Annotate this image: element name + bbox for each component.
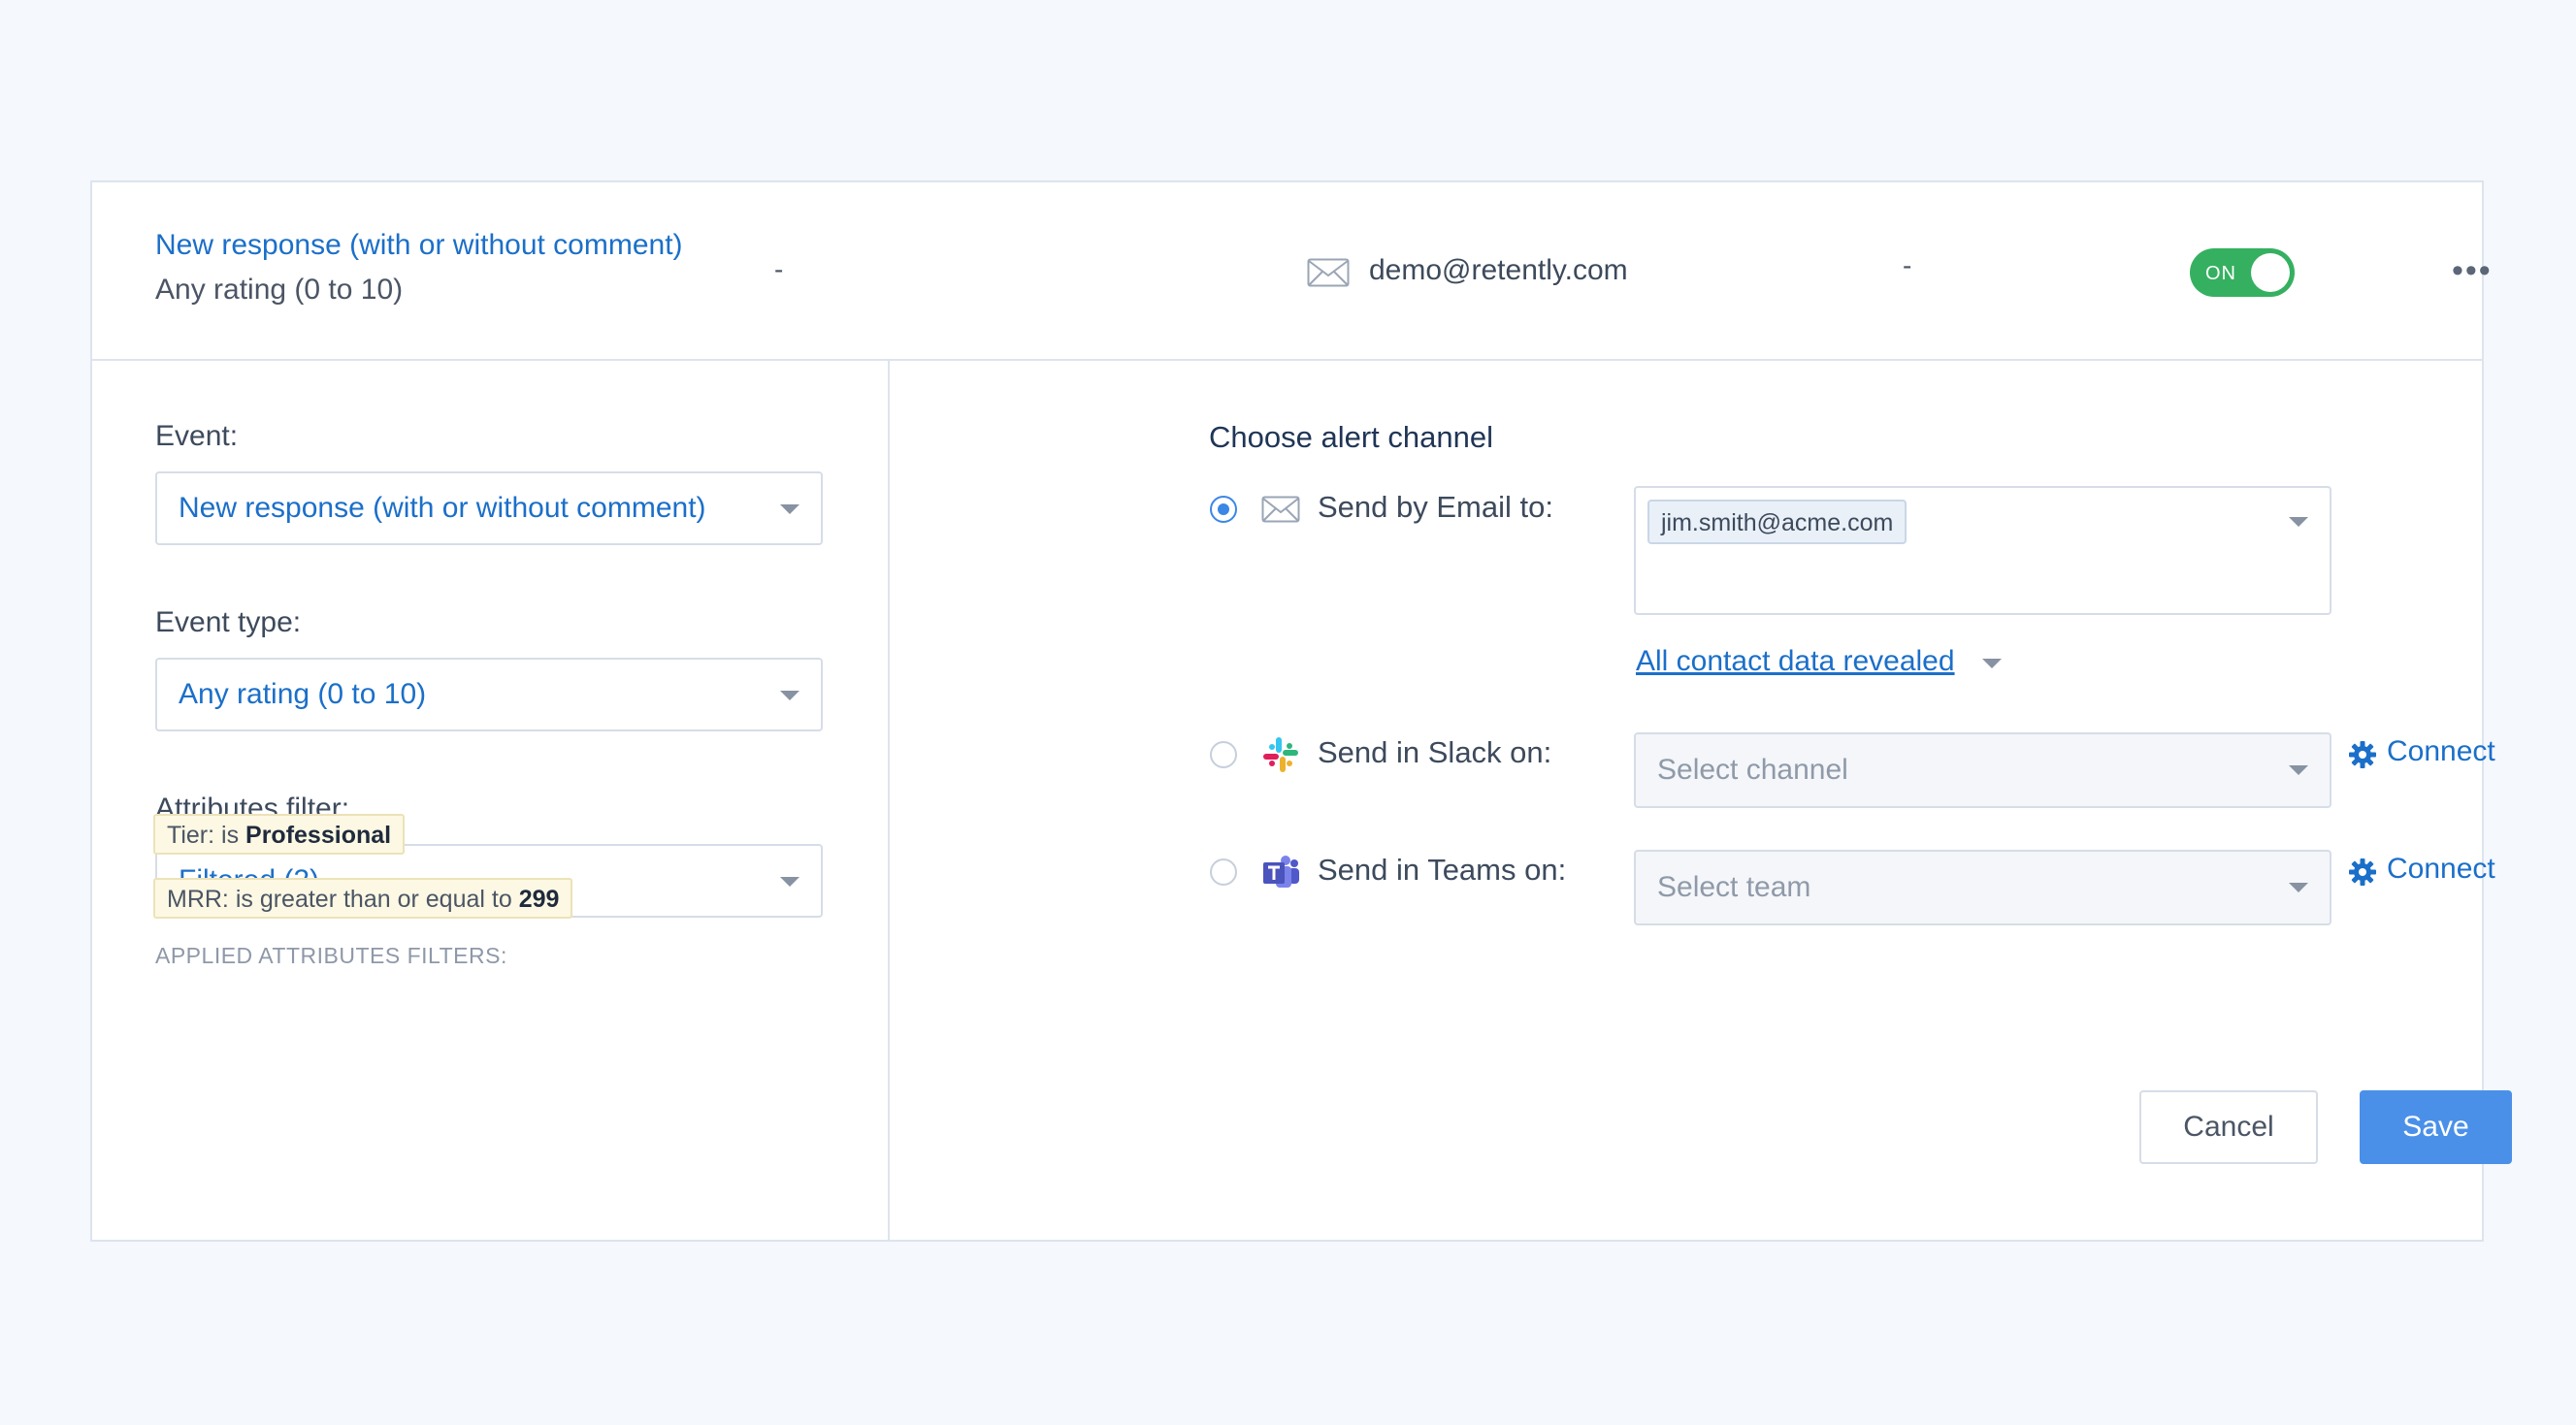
- alert-channel-title: Choose alert channel: [1209, 420, 1493, 454]
- more-options-icon[interactable]: •••: [2452, 252, 2493, 290]
- email-channel-label: Send by Email to:: [1318, 490, 1553, 524]
- event-label: Event:: [155, 420, 239, 452]
- event-select-value: New response (with or without comment): [179, 492, 706, 524]
- teams-team-placeholder: Select team: [1657, 871, 1811, 903]
- filter-chip-prefix: MRR: is greater than or equal to: [167, 886, 512, 913]
- filter-chip-value: 299: [518, 886, 560, 913]
- envelope-icon: [1307, 258, 1350, 287]
- chevron-down-icon: [780, 691, 799, 700]
- teams-connect-label: Connect: [2387, 853, 2495, 885]
- filter-chip-value: Professional: [245, 822, 392, 849]
- teams-team-select[interactable]: Select team: [1634, 850, 2331, 925]
- toggle-knob: [2251, 253, 2290, 292]
- filter-chip-tier: Tier: is Professional: [153, 814, 406, 855]
- chevron-down-icon: [2289, 517, 2308, 527]
- summary-dash-left: -: [774, 254, 784, 284]
- applied-filters-title: APPLIED ATTRIBUTES FILTERS:: [155, 943, 507, 968]
- slack-channel-select[interactable]: Select channel: [1634, 732, 2331, 808]
- teams-icon: [1263, 856, 1299, 888]
- email-recipients-input[interactable]: jim.smith@acme.com: [1634, 486, 2331, 615]
- chevron-down-icon: [2289, 765, 2308, 775]
- teams-channel-label: Send in Teams on:: [1318, 853, 1567, 887]
- slack-channel-radio[interactable]: [1210, 741, 1237, 768]
- summary-event-type: Any rating (0 to 10): [155, 274, 404, 306]
- event-select[interactable]: New response (with or without comment): [155, 471, 823, 545]
- gear-icon: [2349, 741, 2376, 768]
- filter-chip-mrr: MRR: is greater than or equal to 299: [153, 878, 573, 919]
- toggle-label: ON: [2205, 263, 2236, 284]
- contact-data-reveal-link[interactable]: All contact data revealed: [1636, 645, 1955, 678]
- cancel-button[interactable]: Cancel: [2139, 1090, 2318, 1164]
- summary-email: demo@retently.com: [1369, 254, 1628, 286]
- alert-channel-pane: Choose alert channel Send by Email to: j…: [888, 359, 2512, 1240]
- alert-on-toggle[interactable]: ON: [2190, 248, 2295, 297]
- summary-dash-right: -: [1903, 250, 1912, 280]
- event-type-select-value: Any rating (0 to 10): [179, 678, 427, 710]
- filter-chip-prefix: Tier: is: [167, 822, 240, 849]
- save-button[interactable]: Save: [2360, 1090, 2512, 1164]
- envelope-icon: [1261, 496, 1300, 523]
- alert-summary-header[interactable]: New response (with or without comment) A…: [92, 182, 2491, 361]
- alert-card: New response (with or without comment) A…: [90, 180, 2512, 1242]
- email-recipient-tag[interactable]: jim.smith@acme.com: [1647, 500, 1908, 544]
- slack-connect-label: Connect: [2387, 735, 2495, 767]
- slack-icon: [1263, 737, 1298, 772]
- chevron-down-icon: [780, 504, 799, 514]
- event-type-select[interactable]: Any rating (0 to 10): [155, 658, 823, 731]
- gear-icon: [2349, 858, 2376, 886]
- email-channel-radio[interactable]: [1210, 496, 1237, 523]
- slack-channel-label: Send in Slack on:: [1318, 735, 1552, 769]
- event-type-label: Event type:: [155, 606, 302, 638]
- event-settings-pane: Event: New response (with or without com…: [92, 359, 890, 1240]
- chevron-down-icon: [780, 877, 799, 887]
- chevron-down-icon: [2289, 883, 2308, 892]
- slack-channel-placeholder: Select channel: [1657, 754, 1848, 786]
- teams-channel-radio[interactable]: [1210, 858, 1237, 886]
- chevron-down-icon[interactable]: [1982, 659, 2002, 668]
- summary-event-title: New response (with or without comment): [155, 229, 683, 261]
